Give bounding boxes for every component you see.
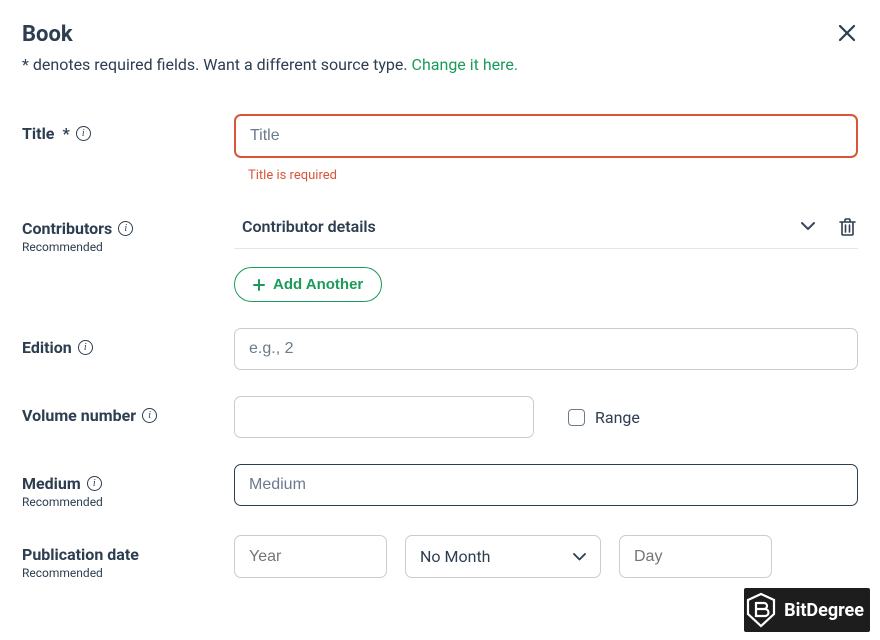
info-icon[interactable]: i bbox=[87, 476, 102, 491]
info-icon[interactable]: i bbox=[76, 126, 91, 141]
volume-label: Volume number i bbox=[22, 406, 234, 425]
title-label: Title * i bbox=[22, 124, 234, 143]
required-mark: * bbox=[62, 124, 69, 143]
bitdegree-logo-icon bbox=[744, 592, 778, 628]
change-source-link[interactable]: Change it here. bbox=[412, 55, 519, 74]
range-label: Range bbox=[595, 408, 640, 427]
trash-icon[interactable] bbox=[839, 218, 856, 236]
medium-label: Medium i bbox=[22, 474, 234, 493]
info-icon[interactable]: i bbox=[118, 221, 133, 236]
contributor-details-label: Contributor details bbox=[242, 217, 376, 236]
title-error: Title is required bbox=[248, 168, 858, 183]
pubdate-recommended: Recommended bbox=[22, 566, 234, 580]
contributors-label: Contributors i bbox=[22, 219, 234, 238]
close-icon[interactable] bbox=[836, 22, 858, 44]
edition-input[interactable] bbox=[234, 328, 858, 370]
page-title: Book bbox=[22, 22, 73, 47]
edition-label: Edition i bbox=[22, 338, 234, 357]
day-input[interactable] bbox=[619, 535, 772, 578]
title-input[interactable] bbox=[234, 114, 858, 158]
year-input[interactable] bbox=[234, 535, 387, 578]
info-icon[interactable]: i bbox=[142, 408, 157, 423]
contributor-details-row[interactable]: Contributor details bbox=[234, 209, 858, 249]
volume-input[interactable] bbox=[234, 396, 534, 438]
info-icon[interactable]: i bbox=[78, 340, 93, 355]
subtitle-text: * denotes required fields. Want a differ… bbox=[22, 55, 858, 74]
chevron-down-icon[interactable] bbox=[801, 222, 815, 231]
add-another-button[interactable]: Add Another bbox=[234, 267, 382, 302]
medium-recommended: Recommended bbox=[22, 495, 234, 509]
subtitle-prefix: * denotes required fields. Want a differ… bbox=[22, 55, 412, 74]
contributors-recommended: Recommended bbox=[22, 240, 234, 254]
plus-icon bbox=[253, 279, 265, 291]
medium-input[interactable] bbox=[234, 464, 858, 506]
pubdate-label: Publication date bbox=[22, 545, 234, 564]
watermark: BitDegree bbox=[744, 588, 870, 632]
month-select[interactable]: No Month bbox=[405, 535, 601, 578]
chevron-down-icon bbox=[573, 553, 586, 561]
range-checkbox[interactable] bbox=[568, 409, 585, 426]
